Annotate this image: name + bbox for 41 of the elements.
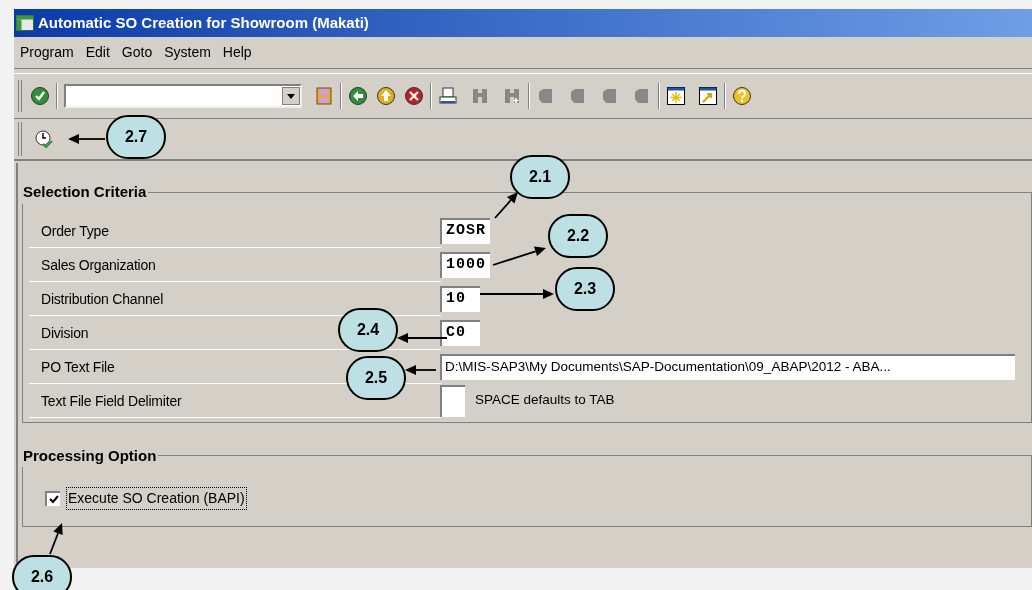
checkbox-label[interactable]: Execute SO Creation (BAPI) bbox=[66, 487, 247, 510]
field-hint: SPACE defaults to TAB bbox=[475, 391, 615, 410]
field-label: Distribution Channel bbox=[40, 289, 164, 309]
execute-icon[interactable] bbox=[34, 129, 54, 149]
input-field[interactable]: D:\MIS-SAP3\My Documents\SAP-Documentation\09_ABAP\2012 - ABA... bbox=[440, 353, 1015, 380]
callout-arrow bbox=[405, 365, 437, 375]
help-icon[interactable] bbox=[732, 86, 752, 106]
menu-item[interactable]: Goto bbox=[121, 42, 153, 63]
menu-item[interactable]: Program bbox=[20, 42, 74, 63]
menu-item[interactable]: Help bbox=[222, 42, 252, 63]
field-label: Text File Field Delimiter bbox=[40, 391, 182, 411]
new-window-icon[interactable] bbox=[666, 86, 686, 106]
callout-badge: 2.6 bbox=[12, 555, 72, 590]
input-field[interactable]: 1000 bbox=[440, 251, 490, 278]
cancel-icon[interactable] bbox=[404, 86, 424, 106]
app-icon bbox=[16, 15, 34, 31]
back-icon[interactable] bbox=[348, 86, 368, 106]
callout-arrow bbox=[494, 192, 518, 219]
dropdown-icon[interactable] bbox=[282, 87, 300, 105]
input-field[interactable]: ZOSR bbox=[440, 217, 490, 244]
callout-arrow bbox=[49, 523, 63, 555]
window-title: Automatic SO Creation for Showroom (Makati) bbox=[38, 12, 369, 33]
callout-arrow bbox=[397, 333, 448, 343]
field-label: Division bbox=[40, 323, 89, 343]
callout-arrow bbox=[68, 134, 106, 144]
field-label: Sales Organization bbox=[40, 255, 156, 275]
callout-arrow bbox=[492, 246, 546, 266]
field-label: Order Type bbox=[40, 221, 109, 241]
input-field[interactable] bbox=[440, 384, 465, 417]
field-label: PO Text File bbox=[40, 357, 115, 377]
menu-item[interactable]: System bbox=[164, 42, 211, 63]
shortcut-icon[interactable] bbox=[698, 86, 718, 106]
print-icon[interactable] bbox=[438, 86, 458, 106]
group-title: Processing Option bbox=[22, 445, 158, 466]
menu-item[interactable]: Edit bbox=[85, 42, 110, 63]
enter-icon[interactable] bbox=[30, 86, 50, 106]
group-title: Selection Criteria bbox=[22, 182, 148, 202]
input-field[interactable]: C0 bbox=[440, 319, 480, 346]
checkbox[interactable] bbox=[45, 491, 60, 506]
input-field[interactable]: 10 bbox=[440, 285, 480, 312]
command-field[interactable] bbox=[64, 84, 302, 108]
